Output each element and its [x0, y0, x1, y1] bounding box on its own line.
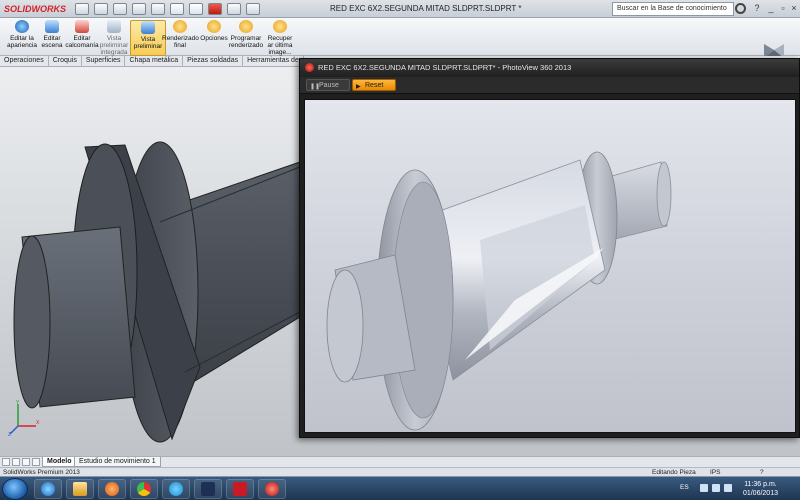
skype-icon	[169, 482, 183, 496]
photoview-title: RED EXC 6X2.SEGUNDA MITAD SLDPRT.SLDPRT*…	[318, 63, 572, 72]
first-tab-arrow-icon[interactable]	[2, 458, 10, 466]
svg-text:X: X	[36, 420, 40, 426]
render-options-icon	[207, 20, 221, 33]
product-name: SolidWorks Premium 2013	[3, 469, 80, 476]
save-icon[interactable]	[132, 2, 146, 15]
start-button[interactable]	[2, 478, 28, 500]
search-icon[interactable]	[735, 3, 746, 14]
photoview-window[interactable]: RED EXC 6X2.SEGUNDA MITAD SLDPRT.SLDPRT*…	[299, 58, 800, 438]
taskbar-ie[interactable]	[34, 479, 62, 499]
open-folder-icon[interactable]	[113, 2, 127, 15]
help-icon[interactable]: ?	[752, 3, 762, 13]
tab-operaciones[interactable]: Operaciones	[0, 56, 49, 66]
photoview-ribbon: Editar la apariencia Editar escena Edita…	[0, 18, 800, 64]
rebuild-icon[interactable]	[208, 2, 222, 15]
appearance-icon	[15, 20, 29, 33]
solidworks-app-icon	[233, 482, 247, 496]
print-icon[interactable]	[151, 2, 165, 15]
new-file-icon[interactable]	[94, 2, 108, 15]
select-cursor-icon[interactable]	[189, 2, 203, 15]
status-bar: SolidWorks Premium 2013 Editando Pieza I…	[0, 467, 800, 476]
axis-triad-icon: Y X Z	[8, 400, 40, 436]
tab-motion-study[interactable]: Estudio de movimiento 1	[74, 457, 161, 467]
preview-window-button[interactable]: Vista preliminar	[130, 20, 166, 56]
units-status[interactable]: IPS	[710, 469, 720, 476]
photoshop-icon	[201, 482, 215, 496]
tab-herramientas[interactable]: Herramientas de	[243, 56, 304, 66]
options-gear-icon[interactable]	[246, 2, 260, 15]
tab-chapa-metalica[interactable]: Chapa metálica	[125, 56, 184, 66]
rendered-part	[326, 151, 672, 431]
folder-icon	[73, 482, 87, 496]
windows-taskbar: ES 11:36 p.m. 01/06/2013	[0, 476, 800, 500]
last-tab-arrow-icon[interactable]	[32, 458, 40, 466]
final-render-button[interactable]: Renderizado final	[162, 20, 199, 56]
taskbar-media[interactable]	[98, 479, 126, 499]
recall-image-icon	[273, 20, 287, 33]
model-tabs-bar: Modelo Estudio de movimiento 1	[0, 456, 800, 467]
tray-up-arrow-icon[interactable]	[700, 484, 708, 492]
internet-explorer-icon	[41, 482, 55, 496]
taskbar-skype[interactable]	[162, 479, 190, 499]
media-player-icon	[105, 482, 119, 496]
photoview-toolbar: ❚❚ Pause ▶ Reset	[300, 77, 799, 94]
prev-tab-arrow-icon[interactable]	[12, 458, 20, 466]
taskbar-photoview[interactable]	[258, 479, 286, 499]
edit-decal-button[interactable]: Editar calcomanía	[64, 20, 100, 56]
solidworks-logo[interactable]: SOLIDWORKS	[0, 4, 70, 14]
window-title: RED EXC 6X2.SEGUNDA MITAD SLDPRT.SLDPRT …	[330, 4, 522, 13]
tab-modelo[interactable]: Modelo	[42, 457, 77, 467]
taskbar-chrome[interactable]	[130, 479, 158, 499]
edit-mode-status: Editando Pieza	[652, 469, 696, 476]
taskbar-solidworks[interactable]	[226, 479, 254, 499]
next-tab-arrow-icon[interactable]	[22, 458, 30, 466]
photoview-title-bar[interactable]: RED EXC 6X2.SEGUNDA MITAD SLDPRT.SLDPRT*…	[300, 59, 799, 77]
chrome-icon	[137, 482, 151, 496]
clock-date: 01/06/2013	[742, 490, 778, 497]
play-icon: ▶	[356, 84, 361, 90]
schedule-render-icon	[239, 20, 253, 33]
svg-text:Y: Y	[16, 400, 20, 406]
photoview-app-icon	[305, 63, 314, 72]
home-icon[interactable]	[75, 2, 89, 15]
teapot-render-icon	[173, 20, 187, 33]
file-properties-icon[interactable]	[227, 2, 241, 15]
recall-last-image-button[interactable]: Recuper ar última image...	[262, 20, 298, 56]
reset-button[interactable]: ▶ Reset	[352, 79, 396, 91]
knowledge-base-search-input[interactable]: Buscar en la Base de conocimiento	[612, 2, 734, 16]
tab-superficies[interactable]: Superficies	[82, 56, 126, 66]
minimize-icon[interactable]: _	[766, 3, 776, 13]
taskbar-explorer[interactable]	[66, 479, 94, 499]
integrated-preview-button[interactable]: Vista preliminar integrada	[96, 20, 132, 56]
decal-icon	[75, 20, 89, 33]
help-status-icon[interactable]: ?	[760, 469, 764, 476]
pause-icon: ❚❚	[310, 84, 321, 90]
options-button[interactable]: Opciones	[196, 20, 232, 56]
photoview-taskbar-icon	[265, 482, 279, 496]
volume-icon[interactable]	[724, 484, 732, 492]
restore-icon[interactable]: ▫	[778, 3, 788, 13]
taskbar-photoshop[interactable]	[194, 479, 222, 499]
clock-time: 11:36 p.m.	[744, 481, 777, 488]
preview-window-icon	[141, 21, 155, 34]
screen: SOLIDWORKS RED EXC 6X2.SEGUNDA MITAD SLD…	[0, 0, 800, 500]
undo-icon[interactable]	[170, 2, 184, 15]
pause-button[interactable]: ❚❚ Pause	[306, 79, 350, 91]
network-icon[interactable]	[712, 484, 720, 492]
scene-icon	[45, 20, 59, 33]
tab-croquis[interactable]: Croquis	[49, 56, 82, 66]
tab-piezas-soldadas[interactable]: Piezas soldadas	[183, 56, 244, 66]
title-bar: SOLIDWORKS RED EXC 6X2.SEGUNDA MITAD SLD…	[0, 0, 800, 18]
system-clock[interactable]: 11:36 p.m. 01/06/2013	[743, 480, 778, 498]
integrated-preview-icon	[107, 20, 121, 33]
render-preview-canvas[interactable]	[304, 99, 796, 433]
input-language[interactable]: ES	[680, 484, 689, 491]
close-icon[interactable]: ×	[789, 3, 799, 13]
schedule-render-button[interactable]: Programar renderizado	[228, 20, 264, 56]
svg-text:Z: Z	[8, 432, 11, 436]
